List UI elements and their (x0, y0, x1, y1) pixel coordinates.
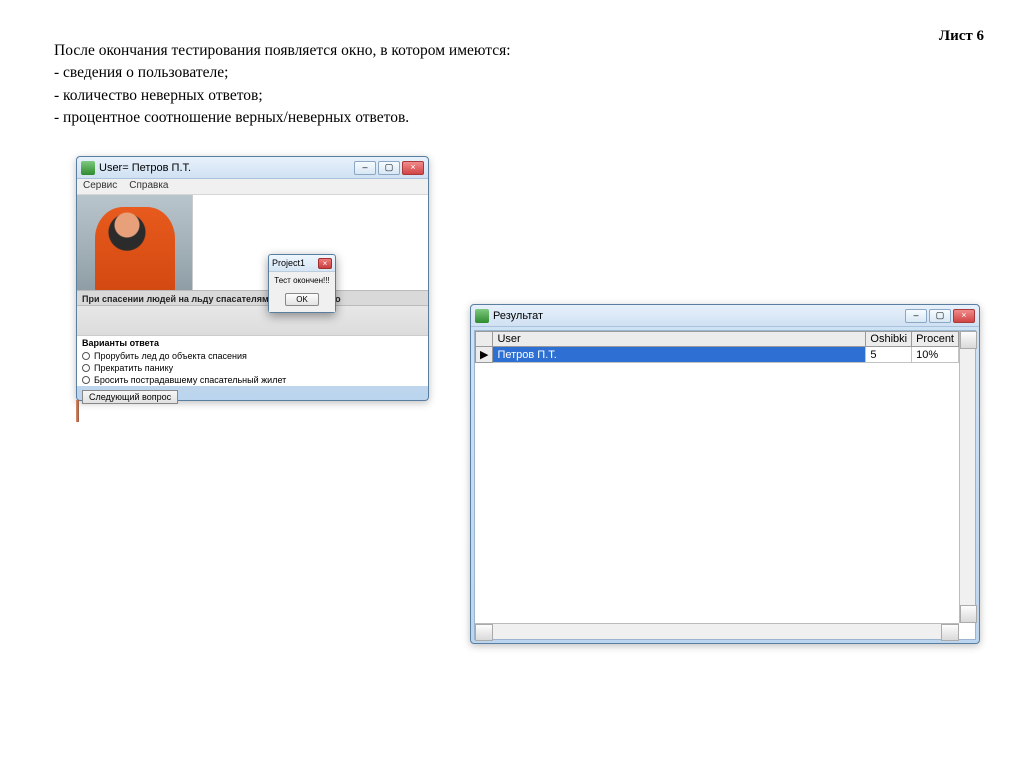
dialog-title: Project1 (272, 258, 318, 268)
bullet-2: - количество неверных ответов; (54, 85, 511, 107)
test-finished-dialog: Project1 × Тест окончен!!! OK (268, 254, 336, 313)
maximize-button[interactable]: ▢ (929, 309, 951, 323)
cell-percent[interactable]: 10% (912, 347, 959, 363)
col-user[interactable]: User (493, 332, 866, 347)
result-window: Результат – ▢ × User Oshibki Procent ▶ П… (470, 304, 980, 644)
minimize-button[interactable]: – (354, 161, 376, 175)
cropped-edge (76, 400, 79, 422)
answer-option-3[interactable]: Бросить пострадавшему спасательный жилет (77, 374, 428, 386)
window-title: Результат (493, 310, 905, 322)
vertical-scrollbar[interactable] (959, 331, 975, 623)
results-grid[interactable]: User Oshibki Procent ▶ Петров П.Т. 5 10% (475, 331, 959, 363)
result-client-area: User Oshibki Procent ▶ Петров П.Т. 5 10% (474, 330, 976, 640)
description-block: После окончания тестирования появляется … (54, 40, 511, 130)
close-button[interactable]: × (402, 161, 424, 175)
titlebar[interactable]: User= Петров П.Т. – ▢ × (77, 157, 428, 179)
close-button[interactable]: × (953, 309, 975, 323)
app-icon (475, 309, 489, 323)
rescuer-figure (95, 207, 175, 290)
answer-option-2[interactable]: Прекратить панику (77, 362, 428, 374)
col-percent[interactable]: Procent (912, 332, 959, 347)
row-indicator-header (476, 332, 493, 347)
app-icon (81, 161, 95, 175)
cell-user[interactable]: Петров П.Т. (493, 347, 866, 363)
minimize-button[interactable]: – (905, 309, 927, 323)
horizontal-scrollbar[interactable] (475, 623, 959, 639)
grid-row[interactable]: ▶ Петров П.Т. 5 10% (476, 347, 959, 363)
dialog-body: Тест окончен!!! OK (269, 271, 335, 312)
answer-option-1[interactable]: Прорубить лед до объекта спасения (77, 350, 428, 362)
answer-1-label: Прорубить лед до объекта спасения (94, 351, 247, 361)
bullet-3: - процентное соотношение верных/неверных… (54, 107, 511, 129)
titlebar[interactable]: Результат – ▢ × (471, 305, 979, 327)
menu-service[interactable]: Сервис (83, 180, 117, 193)
intro-line: После окончания тестирования появляется … (54, 40, 511, 62)
window-title: User= Петров П.Т. (99, 162, 354, 174)
test-app-window: User= Петров П.Т. – ▢ × Сервис Справка П… (76, 156, 429, 401)
question-image (77, 195, 192, 290)
dialog-titlebar[interactable]: Project1 × (269, 255, 335, 271)
dialog-message: Тест окончен!!! (272, 276, 332, 285)
dialog-close-button[interactable]: × (318, 258, 332, 269)
grid-wrap: User Oshibki Procent ▶ Петров П.Т. 5 10% (475, 331, 959, 623)
menubar: Сервис Справка (77, 179, 428, 195)
bullet-1: - сведения о пользователе; (54, 62, 511, 84)
grid-header-row: User Oshibki Procent (476, 332, 959, 347)
radio-icon[interactable] (82, 352, 90, 360)
radio-icon[interactable] (82, 376, 90, 384)
answer-2-label: Прекратить панику (94, 363, 173, 373)
answers-header: Варианты ответа (77, 336, 428, 350)
col-errors[interactable]: Oshibki (866, 332, 912, 347)
menu-help[interactable]: Справка (129, 180, 168, 193)
maximize-button[interactable]: ▢ (378, 161, 400, 175)
dialog-ok-button[interactable]: OK (285, 293, 319, 306)
radio-icon[interactable] (82, 364, 90, 372)
cell-errors[interactable]: 5 (866, 347, 912, 363)
spacer (77, 306, 428, 336)
next-question-button[interactable]: Следующий вопрос (82, 390, 178, 404)
answer-3-label: Бросить пострадавшему спасательный жилет (94, 375, 286, 385)
row-pointer-icon: ▶ (476, 347, 493, 363)
question-text: При спасении людей на льду спасателям пе… (77, 290, 428, 306)
photo-area (77, 195, 428, 290)
sheet-label: Лист 6 (939, 28, 984, 45)
